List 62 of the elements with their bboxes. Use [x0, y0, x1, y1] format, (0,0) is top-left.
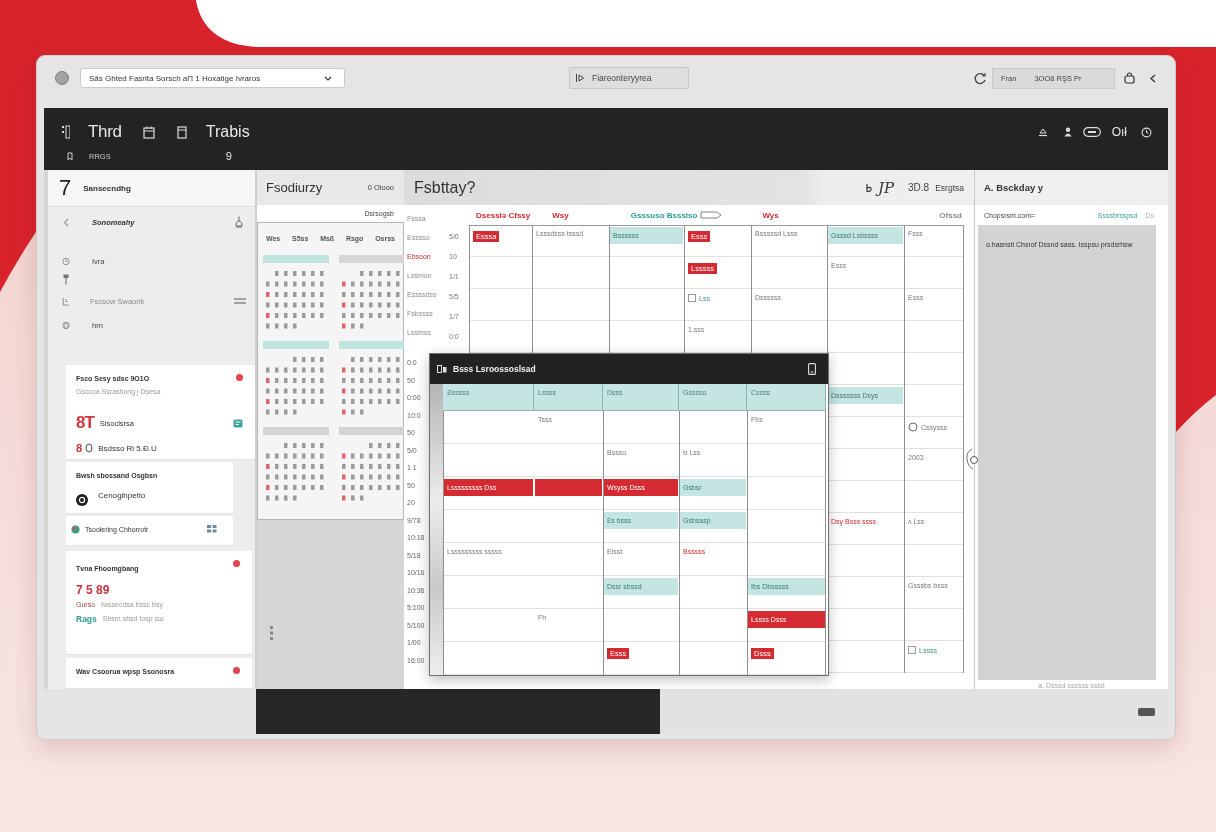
stat-value: 7 5 89: [76, 582, 111, 598]
calendar-select[interactable]: Sās Ghted Fasrita Sorsch aΠ 1 Hoxatige Ivraros: [80, 68, 345, 88]
refresh-icon[interactable]: [974, 71, 987, 85]
popup-title: Bsss Lsroossoslsad: [453, 364, 536, 374]
app-title: Thrd: [88, 122, 122, 142]
chip-icon[interactable]: [1138, 707, 1155, 716]
stat-value: 8T: [76, 413, 94, 433]
hook-icon[interactable]: [864, 182, 873, 193]
status-icon: [71, 524, 80, 534]
menu-icon: [234, 298, 246, 304]
pin-icon[interactable]: [63, 274, 69, 285]
window-dot-icon[interactable]: [55, 71, 69, 85]
device-icon[interactable]: [808, 363, 816, 375]
ring-icon: [85, 443, 94, 453]
filter-link[interactable]: Dsesslə Cfssy: [476, 210, 531, 220]
filter-link[interactable]: Ofssd: [939, 210, 962, 220]
card-detail: Bsdsso Ri 5.Ɖ.U: [98, 443, 157, 453]
details-title: A. Bsckday y: [984, 182, 1044, 193]
filter-link[interactable]: Wsy: [552, 210, 569, 220]
tag-link[interactable]: Rags: [76, 612, 97, 626]
drag-handle-icon[interactable]: [965, 448, 979, 470]
play-icon: [575, 73, 585, 83]
badge-icon: [233, 418, 243, 428]
window-icon: [437, 365, 447, 373]
eject-icon[interactable]: [1037, 127, 1048, 137]
location-field[interactable]: Fiareonteryyrea: [569, 67, 689, 89]
caret-icon: [324, 75, 332, 81]
view-mode-label[interactable]: Esrgtsa: [935, 182, 964, 193]
grid-icon: [207, 525, 217, 533]
month-title: Fsodiurzy: [266, 180, 323, 195]
square-icon: [688, 294, 696, 302]
view-tab[interactable]: Trabis: [205, 123, 250, 141]
tag-icon: [700, 210, 723, 220]
chart-icon: [62, 296, 70, 306]
zoom-label: 3D.8: [908, 182, 930, 193]
list-icon[interactable]: [62, 125, 70, 139]
filter-link[interactable]: Gsssuso Bssslso: [630, 210, 723, 220]
dots-icon[interactable]: [270, 626, 274, 640]
square-icon: [908, 646, 916, 654]
bookmark-icon[interactable]: [67, 151, 73, 161]
sidebar-number: 7: [59, 175, 72, 201]
mark-value: 8: [76, 442, 83, 454]
range-label: JP: [877, 178, 895, 197]
sidebar-heading: Sansecndhg: [83, 183, 131, 193]
filter-link[interactable]: Wys: [762, 210, 779, 220]
card-detail: Cenogihpetlo: [98, 490, 146, 500]
clock-icon[interactable]: [1141, 126, 1152, 138]
calendar-icon[interactable]: [142, 125, 155, 139]
lamp-icon: [235, 216, 243, 228]
document-icon[interactable]: [176, 125, 187, 139]
bag-icon[interactable]: [1124, 72, 1135, 84]
person-icon[interactable]: [1062, 127, 1073, 137]
calendar-title: Fsbttay?: [414, 178, 476, 197]
back-chevron-icon[interactable]: [1150, 73, 1156, 83]
chevron-left-icon: [62, 217, 70, 227]
count-label: 9: [225, 150, 232, 162]
status-label: Oıł: [1111, 125, 1127, 139]
ring-icon: [908, 422, 918, 432]
clock-icon: [62, 256, 70, 266]
avatar-icon: [76, 494, 88, 506]
toggle-icon[interactable]: [1082, 127, 1101, 137]
globe-icon: [62, 320, 70, 330]
